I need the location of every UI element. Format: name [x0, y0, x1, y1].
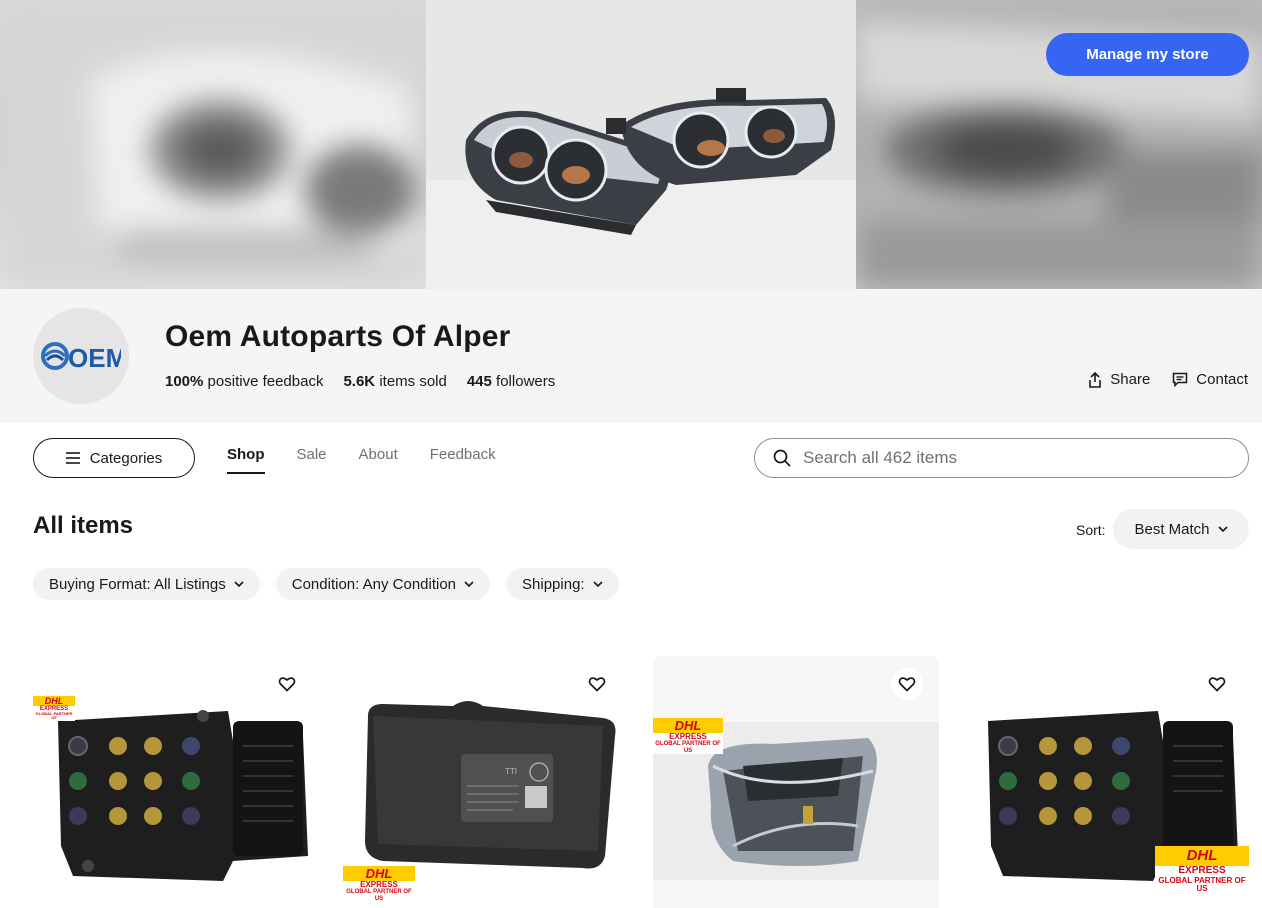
watch-button[interactable] [1201, 668, 1233, 700]
tab-shop[interactable]: Shop [227, 446, 265, 474]
contact-icon [1173, 372, 1188, 387]
tab-about[interactable]: About [359, 446, 398, 474]
store-stats: 100% positive feedback 5.6K items sold 4… [165, 373, 555, 390]
chevron-down-icon [464, 581, 474, 587]
store-actions: Share Contact [1088, 371, 1248, 388]
search-input[interactable] [803, 448, 1223, 468]
tab-sale[interactable]: Sale [297, 446, 327, 474]
categories-button[interactable]: Categories [33, 438, 195, 478]
watch-button[interactable] [891, 668, 923, 700]
banner-image-left [0, 0, 426, 289]
manage-store-button[interactable]: Manage my store [1046, 33, 1249, 76]
items-heading: All items [33, 512, 134, 539]
store-banner: Manage my store [0, 0, 1262, 289]
filter-condition[interactable]: Condition: Any Condition [275, 568, 491, 600]
filter-bar: Buying Format: All Listings Condition: A… [33, 568, 619, 600]
contact-button[interactable]: Contact [1172, 371, 1248, 388]
dhl-badge: DHL EXPRESS GLOBAL PARTNER OF US [1155, 846, 1249, 894]
watch-button[interactable] [581, 668, 613, 700]
share-icon [1089, 371, 1102, 388]
store-logo[interactable]: OEM [33, 308, 129, 404]
svg-text:TTI: TTI [505, 767, 517, 776]
chevron-down-icon [234, 581, 244, 587]
tab-feedback[interactable]: Feedback [430, 446, 496, 474]
filter-shipping[interactable]: Shipping: [506, 568, 619, 600]
sort-value: Best Match [1134, 520, 1210, 538]
share-label: Share [1110, 371, 1151, 388]
dhl-badge: DHL EXPRESS GLOBAL PARTNER OF US [343, 866, 415, 902]
search-icon[interactable] [773, 449, 791, 467]
heart-icon [278, 677, 296, 692]
items-sold-stat: 5.6K items sold [343, 373, 447, 390]
menu-icon [65, 452, 80, 464]
sort-dropdown[interactable]: Best Match [1113, 509, 1249, 549]
product-card[interactable]: TTI DHL EXPRESS GLOBAL PARTNER OF US [343, 656, 629, 908]
heart-icon [588, 677, 606, 692]
contact-label: Contact [1196, 371, 1248, 388]
sort-label: Sort: [1076, 522, 1106, 538]
followers-stat: 445 followers [466, 373, 556, 390]
product-card[interactable]: DHL EXPRESS GLOBAL PARTNER OF [33, 656, 319, 908]
product-card[interactable]: DHL EXPRESS GLOBAL PARTNER OF US [963, 656, 1249, 908]
watch-button[interactable] [271, 668, 303, 700]
filter-buying-format[interactable]: Buying Format: All Listings [33, 568, 260, 600]
store-header: OEM Oem Autoparts Of Alper 100% positive… [0, 289, 1262, 423]
chevron-down-icon [593, 581, 603, 587]
product-grid: DHL EXPRESS GLOBAL PARTNER OF TTI DHL EX… [33, 656, 1249, 908]
oem-logo-icon: OEM [41, 342, 121, 373]
categories-label: Categories [89, 449, 163, 467]
dhl-badge: DHL EXPRESS GLOBAL PARTNER OF [33, 696, 75, 721]
store-name: Oem Autoparts Of Alper [165, 320, 511, 353]
dhl-badge: DHL EXPRESS GLOBAL PARTNER OF US [653, 718, 723, 754]
banner-image-headlights [426, 0, 856, 289]
store-tabs: Shop Sale About Feedback [227, 446, 496, 474]
share-button[interactable]: Share [1088, 371, 1150, 388]
store-search[interactable] [754, 438, 1249, 478]
svg-text:OEM: OEM [68, 343, 121, 373]
feedback-stat[interactable]: 100% positive feedback [165, 373, 323, 390]
chevron-down-icon [1217, 526, 1228, 532]
heart-icon [898, 677, 916, 692]
product-card[interactable]: DHL EXPRESS GLOBAL PARTNER OF US [653, 656, 939, 908]
heart-icon [1208, 677, 1226, 692]
